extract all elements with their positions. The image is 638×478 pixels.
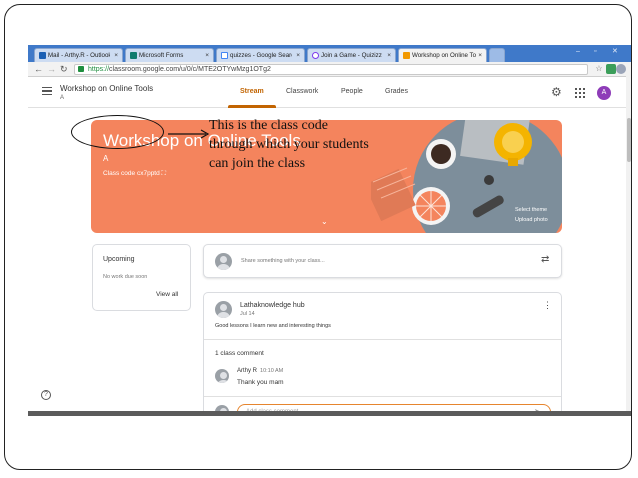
upcoming-card: Upcoming No work due soon View all xyxy=(92,244,191,311)
upcoming-heading: Upcoming xyxy=(103,256,135,263)
more-vert-icon[interactable]: ⋮ xyxy=(543,301,552,310)
divider xyxy=(204,396,561,397)
class-section: A xyxy=(60,95,65,101)
classroom-header: Workshop on Online Tools A Stream Classw… xyxy=(28,78,631,108)
quizizz-icon xyxy=(312,52,319,59)
close-icon[interactable]: × xyxy=(296,49,300,62)
fullscreen-icon[interactable]: ⛶ xyxy=(162,170,167,177)
tab-classroom[interactable]: Workshop on Online Tools × xyxy=(398,48,487,62)
arrow-icon xyxy=(168,129,210,139)
active-tab-indicator xyxy=(228,105,276,108)
window-close-icon[interactable]: ✕ xyxy=(612,47,618,57)
tab-label: quizzes - Google Search xyxy=(230,52,292,59)
share-box[interactable]: Share something with your class... ⇄ xyxy=(203,244,562,278)
google-icon xyxy=(221,52,228,59)
maximize-icon[interactable]: ▫ xyxy=(594,47,596,57)
back-icon[interactable]: ← xyxy=(34,63,43,75)
share-placeholder[interactable]: Share something with your class... xyxy=(241,258,325,264)
upcoming-empty-text: No work due soon xyxy=(103,274,148,280)
help-icon[interactable]: ? xyxy=(41,390,51,400)
slide-frame: Mail - Arthy.R - Outlook × Microsoft For… xyxy=(4,4,632,470)
scrollbar-thumb[interactable] xyxy=(627,118,631,162)
forms-icon xyxy=(130,52,137,59)
post-author: Lathaknowledge hub xyxy=(240,302,305,309)
tab-outlook[interactable]: Mail - Arthy.R - Outlook × xyxy=(34,48,123,62)
taskbar xyxy=(28,411,631,416)
stream-post: Lathaknowledge hub Jul 14 ⋮ Good lessons… xyxy=(203,292,562,416)
forward-icon[interactable]: → xyxy=(47,63,56,75)
annotation-text: This is the class code through which you… xyxy=(209,118,369,171)
tab-people[interactable]: People xyxy=(341,88,363,95)
tab-label: Microsoft Forms xyxy=(139,52,184,59)
url-path: classroom.google.com/u/0/c/MTE2OTYwMzg1O… xyxy=(109,66,271,73)
lock-icon xyxy=(78,66,84,72)
tab-grades[interactable]: Grades xyxy=(385,88,408,95)
url-protocol: https:// xyxy=(88,66,110,73)
tab-quizizz[interactable]: Join a Game - Quizizz × xyxy=(307,48,396,62)
scrollbar[interactable] xyxy=(626,62,631,415)
browser-window: Mail - Arthy.R - Outlook × Microsoft For… xyxy=(28,45,631,416)
gear-icon[interactable]: ⚙ xyxy=(551,86,562,98)
extension-shield-icon[interactable] xyxy=(616,64,626,74)
class-title[interactable]: Workshop on Online Tools xyxy=(60,84,153,93)
banner-section: A xyxy=(103,154,109,163)
new-tab-button[interactable] xyxy=(489,48,505,62)
tab-stream[interactable]: Stream xyxy=(240,88,264,95)
comment-header: Arthy R 10:10 AM xyxy=(237,368,283,374)
author-avatar xyxy=(215,301,232,318)
divider xyxy=(204,339,561,340)
chevron-down-icon[interactable]: ⌄ xyxy=(321,217,328,226)
account-avatar[interactable]: A xyxy=(597,86,611,100)
star-icon[interactable]: ☆ xyxy=(594,64,604,74)
address-bar-row: ← → ↻ https://classroom.google.com/u/0/c… xyxy=(28,62,631,77)
classroom-icon xyxy=(403,52,410,59)
minimize-icon[interactable]: – xyxy=(576,47,580,57)
class-code[interactable]: Class code cx7pptd ⛶ xyxy=(103,170,166,178)
close-icon[interactable]: × xyxy=(114,49,118,62)
close-icon[interactable]: × xyxy=(478,49,482,62)
tab-label: Mail - Arthy.R - Outlook xyxy=(48,52,110,59)
comment-text: Thank you mam xyxy=(237,379,284,386)
view-all-link[interactable]: View all xyxy=(156,291,178,298)
close-icon[interactable]: × xyxy=(205,49,209,62)
class-code-label: Class code cx7pptd xyxy=(103,170,160,177)
post-date: Jul 14 xyxy=(240,311,255,317)
reload-icon[interactable]: ↻ xyxy=(60,63,68,75)
close-icon[interactable]: × xyxy=(387,49,391,62)
apps-grid-icon[interactable] xyxy=(575,88,585,98)
url-input[interactable]: https://classroom.google.com/u/0/c/MTE2O… xyxy=(74,64,588,75)
repost-icon[interactable]: ⇄ xyxy=(541,255,549,265)
tab-classwork[interactable]: Classwork xyxy=(286,88,318,95)
upload-photo-link[interactable]: Upload photo xyxy=(515,217,548,223)
tab-label: Workshop on Online Tools xyxy=(412,52,476,59)
comment-time: 10:10 AM xyxy=(260,368,284,374)
select-theme-link[interactable]: Select theme xyxy=(515,207,547,213)
tab-google-search[interactable]: quizzes - Google Search × xyxy=(216,48,305,62)
browser-tab-bar: Mail - Arthy.R - Outlook × Microsoft For… xyxy=(28,45,631,62)
post-body: Good lessons I learn new and interesting… xyxy=(215,323,331,329)
outlook-icon xyxy=(39,52,46,59)
comment-count[interactable]: 1 class comment xyxy=(215,350,264,357)
extension-icon[interactable] xyxy=(606,64,616,74)
hamburger-menu-icon[interactable] xyxy=(42,87,52,95)
user-avatar xyxy=(215,253,232,270)
class-code-highlight xyxy=(71,115,164,149)
comment-author: Arthy R xyxy=(237,368,258,374)
tab-label: Join a Game - Quizizz xyxy=(321,52,382,59)
commenter-avatar xyxy=(215,369,229,383)
tab-forms[interactable]: Microsoft Forms × xyxy=(125,48,214,62)
